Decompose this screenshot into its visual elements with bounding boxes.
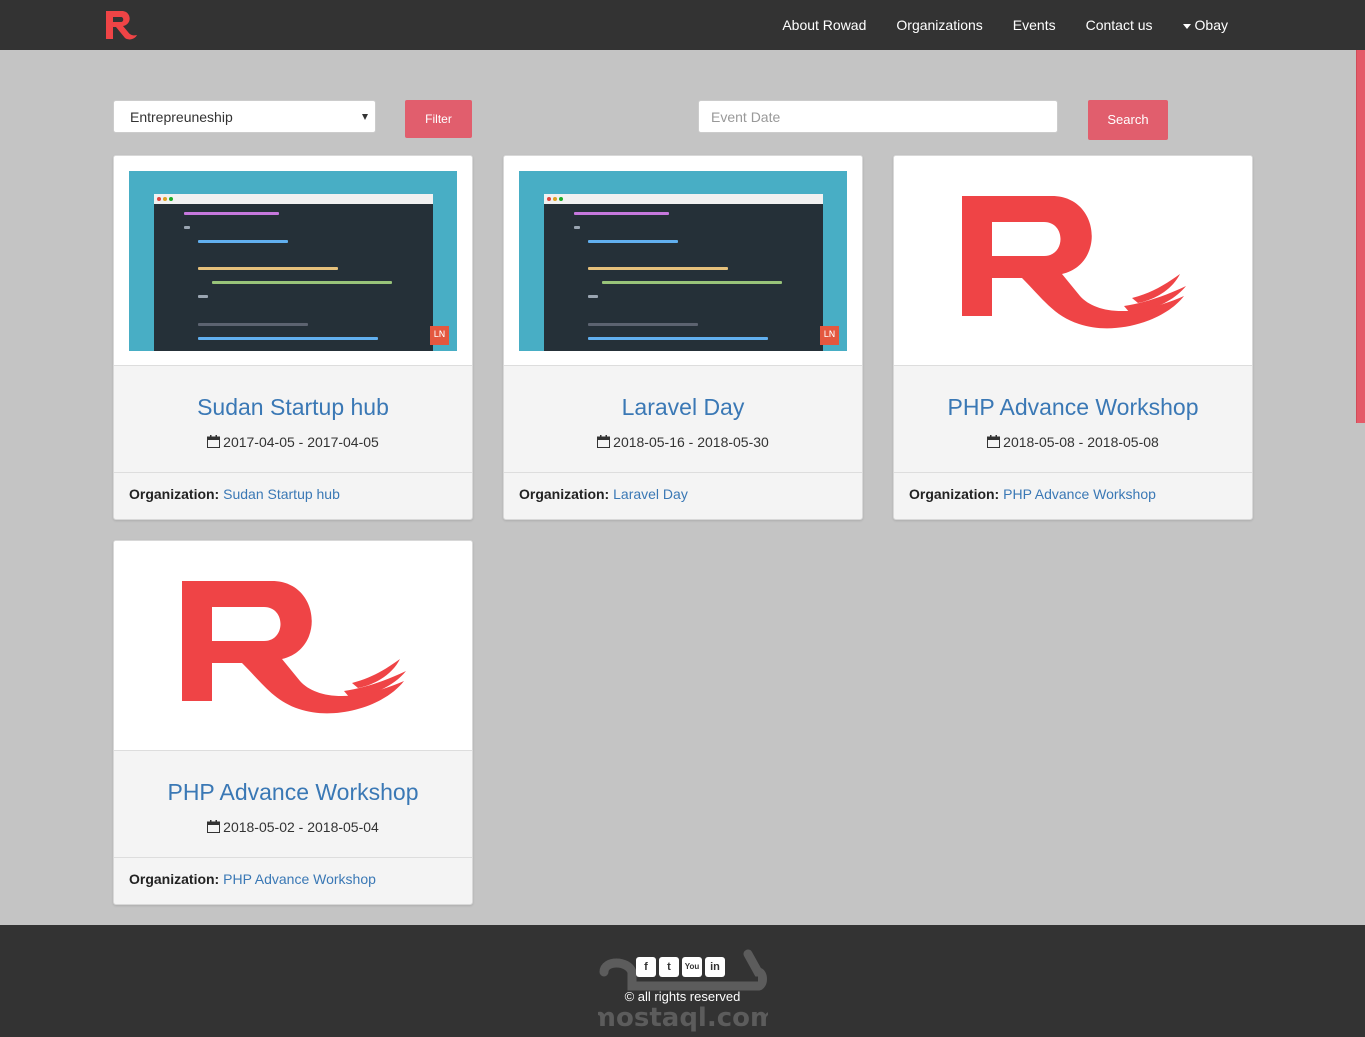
event-organization: Organization: Sudan Startup hub: [114, 472, 472, 519]
event-title[interactable]: PHP Advance Workshop: [114, 779, 472, 806]
event-date-range: 2018-05-02 - 2018-05-04: [223, 819, 379, 835]
scrollbar-thumb[interactable]: [1356, 50, 1365, 423]
event-date-range: 2017-04-05 - 2017-04-05: [223, 434, 379, 450]
youtube-icon[interactable]: You: [682, 957, 702, 977]
calendar-icon: [987, 435, 1001, 448]
organization-label: Organization:: [519, 486, 610, 502]
event-organization: Organization: PHP Advance Workshop: [894, 472, 1252, 519]
calendar-icon: [207, 435, 221, 448]
event-organization: Organization: Laravel Day: [504, 472, 862, 519]
nav-menu: About Rowad Organizations Events Contact…: [752, 0, 1228, 50]
ln-badge-icon: LN: [430, 326, 449, 345]
organization-link[interactable]: PHP Advance Workshop: [1003, 486, 1156, 502]
event-date-range: 2018-05-08 - 2018-05-08: [1003, 434, 1159, 450]
organization-link[interactable]: Laravel Day: [613, 486, 688, 502]
twitter-icon[interactable]: t: [659, 957, 679, 977]
event-organization: Organization: PHP Advance Workshop: [114, 857, 472, 904]
social-links: f t You in: [636, 957, 725, 977]
event-title[interactable]: PHP Advance Workshop: [894, 394, 1252, 421]
event-dates: 2018-05-08 - 2018-05-08: [894, 434, 1252, 450]
linkedin-icon[interactable]: in: [705, 957, 725, 977]
code-screenshot-image: LN: [129, 171, 457, 351]
rowad-logo-icon[interactable]: [104, 8, 138, 42]
event-card[interactable]: PHP Advance Workshop 2018-05-02 - 2018-0…: [113, 540, 473, 905]
organization-label: Organization:: [129, 486, 220, 502]
event-dates: 2017-04-05 - 2017-04-05: [114, 434, 472, 450]
event-title[interactable]: Sudan Startup hub: [114, 394, 472, 421]
nav-contact-us[interactable]: Contact us: [1086, 17, 1153, 33]
category-select[interactable]: Entrepreuneship: [113, 100, 376, 133]
search-button[interactable]: Search: [1088, 100, 1168, 140]
rowad-logo-image: [182, 581, 406, 714]
user-name: Obay: [1194, 17, 1228, 33]
event-image[interactable]: LN: [114, 156, 472, 366]
organization-link[interactable]: Sudan Startup hub: [223, 486, 340, 502]
facebook-icon[interactable]: f: [636, 957, 656, 977]
caret-down-icon: [1182, 23, 1191, 29]
event-card[interactable]: LN Sudan Startup hub 2017-04-05 - 2017-0…: [113, 155, 473, 520]
event-title[interactable]: Laravel Day: [504, 394, 862, 421]
organization-label: Organization:: [129, 871, 220, 887]
event-date-range: 2018-05-16 - 2018-05-30: [613, 434, 769, 450]
event-image[interactable]: [114, 541, 472, 751]
event-dates: 2018-05-16 - 2018-05-30: [504, 434, 862, 450]
calendar-icon: [597, 435, 611, 448]
watermark-text: mostaql.com: [598, 1003, 768, 1032]
code-screenshot-image: LN: [519, 171, 847, 351]
copyright-text: © all rights reserved: [624, 989, 741, 1004]
nav-events[interactable]: Events: [1013, 17, 1056, 33]
event-card[interactable]: LN Laravel Day 2018-05-16 - 2018-05-30 O…: [503, 155, 863, 520]
select-arrow-icon: [362, 114, 368, 120]
event-image[interactable]: LN: [504, 156, 862, 366]
event-dates: 2018-05-02 - 2018-05-04: [114, 819, 472, 835]
filter-button[interactable]: Filter: [405, 100, 472, 138]
user-menu[interactable]: Obay: [1182, 17, 1228, 33]
top-navbar: About Rowad Organizations Events Contact…: [0, 0, 1365, 50]
organization-label: Organization:: [909, 486, 1000, 502]
nav-organizations[interactable]: Organizations: [896, 17, 982, 33]
nav-about-rowad[interactable]: About Rowad: [782, 17, 866, 33]
rowad-logo-image: [962, 196, 1186, 329]
event-image[interactable]: [894, 156, 1252, 366]
calendar-icon: [207, 820, 221, 833]
site-footer: mostaql.com f t You in © all rights rese…: [0, 925, 1365, 1037]
category-selected-value: Entrepreuneship: [130, 109, 233, 125]
event-date-input[interactable]: Event Date: [698, 100, 1058, 133]
mostaql-watermark: mostaql.com: [598, 949, 768, 1032]
organization-link[interactable]: PHP Advance Workshop: [223, 871, 376, 887]
event-card[interactable]: PHP Advance Workshop 2018-05-08 - 2018-0…: [893, 155, 1253, 520]
ln-badge-icon: LN: [820, 326, 839, 345]
